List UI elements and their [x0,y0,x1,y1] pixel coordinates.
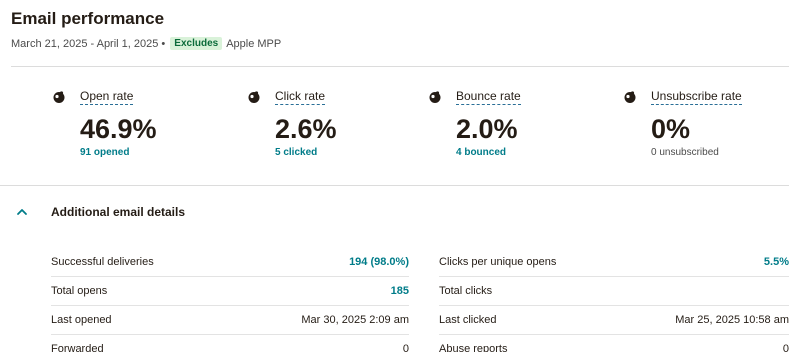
details-row-value: 0 [402,343,409,352]
unsubscribe-rate-value: 0% [651,114,691,144]
mailchimp-icon [429,91,441,103]
header-divider [11,66,789,67]
mailchimp-icon [248,91,260,103]
details-row-label: Abuse reports [439,343,508,352]
bounce-rate-value: 2.0% [456,114,518,144]
metric-bounce-rate: Bounce rate 2.0% 4 bounced [428,88,608,159]
details-row-label: Total clicks [439,285,493,297]
section-divider [0,185,789,186]
details-row: Clicks per unique opens 5.5% [439,248,789,277]
details-row-value[interactable]: 185 [391,277,409,305]
details-row-label: Last clicked [439,314,497,326]
open-rate-label[interactable]: Open rate [80,89,134,105]
bounced-count-link[interactable]: 4 bounced [456,146,608,159]
opened-count-link[interactable]: 91 opened [80,146,232,159]
details-row-label: Forwarded [51,343,104,352]
details-row: Total opens 185 [51,277,409,306]
details-row: Forwarded 0 [51,335,409,352]
details-row-value: Mar 30, 2025 2:09 am [301,314,409,326]
metric-open-rate: Open rate 46.9% 91 opened [52,88,232,159]
details-row: Last clicked Mar 25, 2025 10:58 am [439,306,789,335]
email-performance-panel: Email performance March 21, 2025 - April… [0,0,789,352]
metric-unsubscribe-rate: Unsubscribe rate 0% 0 unsubscribed [623,88,789,159]
details-row: Abuse reports 0 [439,335,789,352]
details-row-label: Total opens [51,285,108,297]
details-row: Last opened Mar 30, 2025 2:09 am [51,306,409,335]
details-row-value: 0 [782,343,789,352]
details-row-label: Clicks per unique opens [439,256,557,268]
excludes-badge: Excludes [170,37,223,50]
unsubscribed-count: 0 unsubscribed [651,147,719,158]
details-row: Successful deliveries 194 (98.0%) [51,248,409,277]
click-rate-label[interactable]: Click rate [275,89,326,105]
details-row: Total clicks [439,277,789,306]
details-row-label: Last opened [51,314,112,326]
details-row-value: Mar 25, 2025 10:58 am [675,314,789,326]
details-row-value: 5.5% [763,256,789,268]
bounce-rate-label[interactable]: Bounce rate [456,89,521,105]
excludes-target: Apple MPP [226,37,282,50]
mailchimp-icon [624,91,636,103]
unsubscribe-rate-label[interactable]: Unsubscribe rate [651,89,742,105]
open-rate-value: 46.9% [80,114,157,144]
details-table-left: Successful deliveries 194 (98.0%) Total … [51,248,409,352]
details-title[interactable]: Additional email details [51,205,185,219]
metric-click-rate: Click rate 2.6% 5 clicked [247,88,427,159]
details-table-right: Clicks per unique opens 5.5% Total click… [439,248,789,352]
additional-details-toggle[interactable]: Additional email details [16,205,185,219]
details-row-value[interactable]: 194 (98.0%) [349,248,409,276]
date-range-line: March 21, 2025 - April 1, 2025 • Exclude… [11,37,281,50]
chevron-up-icon[interactable] [16,206,28,218]
details-row-label: Successful deliveries [51,256,154,268]
page-title: Email performance [11,9,165,28]
click-rate-value: 2.6% [275,114,337,144]
mailchimp-icon [53,91,65,103]
date-range: March 21, 2025 - April 1, 2025 • [11,37,166,50]
clicked-count-link[interactable]: 5 clicked [275,146,427,159]
